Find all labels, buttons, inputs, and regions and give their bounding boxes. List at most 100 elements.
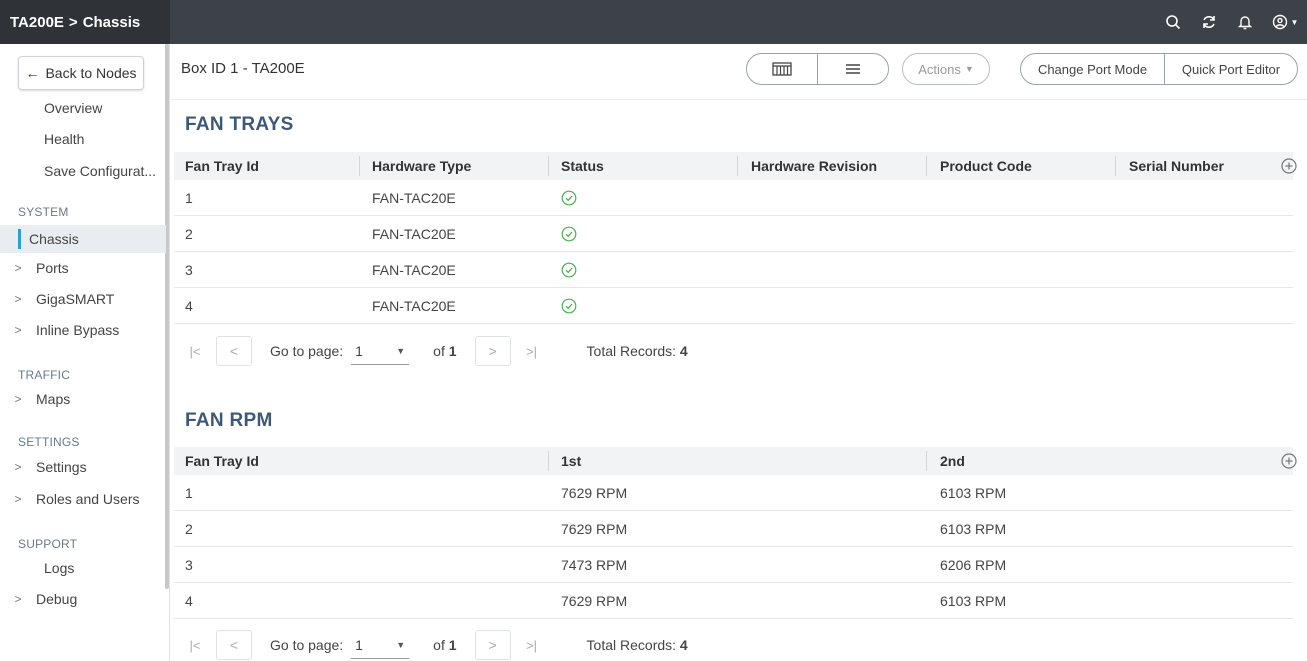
add-column-icon[interactable] [1281, 158, 1297, 174]
fan-tray-id: 2 [185, 520, 193, 537]
next-page-button[interactable]: > [474, 336, 511, 366]
last-page-icon[interactable]: >| [521, 344, 543, 359]
column-header-hardware-revision[interactable]: Hardware Revision [751, 152, 877, 180]
sidebar-item-save-configuration[interactable]: Save Configurat... [0, 157, 166, 185]
table-row[interactable]: 1 FAN-TAC20E [174, 180, 1293, 216]
chevron-right-icon: > [14, 261, 22, 275]
breadcrumb-separator: > [68, 13, 78, 31]
column-header-1st[interactable]: 1st [561, 447, 581, 475]
back-to-nodes-button[interactable]: ← Back to Nodes [18, 56, 144, 90]
bell-icon[interactable] [1227, 0, 1263, 44]
chevron-right-icon: > [14, 592, 22, 606]
sidebar-item-logs[interactable]: Logs [0, 554, 166, 582]
sidebar-item-chassis[interactable]: Chassis [0, 225, 166, 253]
prev-page-button[interactable]: < [216, 630, 252, 660]
chevron-right-icon: > [14, 323, 22, 337]
list-icon [846, 64, 860, 74]
rpm-1st: 7629 RPM [561, 484, 628, 501]
change-port-mode-button[interactable]: Change Port Mode [1021, 54, 1165, 84]
column-header-fan-tray-id[interactable]: Fan Tray Id [185, 447, 259, 475]
list-view-button[interactable] [817, 54, 888, 84]
section-header-support: SUPPORT [18, 537, 78, 551]
prev-page-button[interactable]: < [216, 336, 252, 366]
grid-view-button[interactable] [747, 54, 817, 84]
total-records: Total Records: 4 [586, 343, 688, 359]
fan-tray-id: 1 [185, 484, 193, 501]
rpm-2nd: 6206 RPM [940, 556, 1007, 573]
column-header-serial-number[interactable]: Serial Number [1129, 152, 1224, 180]
column-header-2nd[interactable]: 2nd [940, 447, 965, 475]
sidebar-item-maps[interactable]: > Maps [0, 385, 166, 413]
breadcrumb-current: Chassis [82, 13, 141, 31]
column-header-fan-tray-id[interactable]: Fan Tray Id [185, 152, 259, 180]
hardware-type: FAN-TAC20E [372, 297, 456, 314]
sidebar-item-ports[interactable]: > Ports [0, 254, 166, 282]
sidebar-item-inline-bypass[interactable]: > Inline Bypass [0, 316, 166, 344]
rpm-2nd: 6103 RPM [940, 520, 1007, 537]
status-ok-icon [561, 180, 577, 215]
sidebar-item-overview[interactable]: Overview [0, 94, 166, 122]
refresh-icon[interactable] [1191, 0, 1227, 44]
table-row[interactable]: 4 7629 RPM 6103 RPM [174, 583, 1293, 619]
chevron-right-icon: > [14, 292, 22, 306]
breadcrumb: TA200E > Chassis [0, 0, 170, 44]
hardware-type: FAN-TAC20E [372, 261, 456, 278]
table-row[interactable]: 3 FAN-TAC20E [174, 252, 1293, 288]
chevron-down-icon: ▼ [964, 64, 974, 74]
add-column-icon[interactable] [1281, 453, 1297, 469]
table-row[interactable]: 3 7473 RPM 6206 RPM [174, 547, 1293, 583]
fan-tray-id: 3 [185, 261, 193, 278]
actions-dropdown[interactable]: Actions ▼ [902, 53, 990, 85]
table-row[interactable]: 4 FAN-TAC20E [174, 288, 1293, 324]
sidebar-item-health[interactable]: Health [0, 125, 166, 153]
status-ok-icon [561, 288, 577, 323]
sidebar-item-settings[interactable]: > Settings [0, 453, 166, 481]
first-page-icon[interactable]: |< [184, 638, 206, 653]
fan-tray-id: 4 [185, 297, 193, 314]
page-count: of 1 [433, 343, 457, 359]
page-title: Box ID 1 - TA200E [181, 60, 305, 77]
fan-tray-id: 1 [185, 189, 193, 206]
fan-trays-title: FAN TRAYS [185, 114, 294, 135]
column-header-status[interactable]: Status [561, 152, 604, 180]
view-toggle [746, 53, 889, 85]
table-row[interactable]: 1 7629 RPM 6103 RPM [174, 475, 1293, 511]
arrow-left-icon: ← [25, 65, 40, 81]
table-row[interactable]: 2 FAN-TAC20E [174, 216, 1293, 252]
page-select[interactable]: 1 ▼ [351, 631, 410, 659]
sidebar-item-gigasmart[interactable]: > GigaSMART [0, 285, 166, 313]
section-header-traffic: TRAFFIC [18, 368, 71, 382]
sidebar-item-debug[interactable]: > Debug [0, 585, 166, 613]
rpm-1st: 7629 RPM [561, 520, 628, 537]
hardware-type: FAN-TAC20E [372, 225, 456, 242]
hardware-type: FAN-TAC20E [372, 189, 456, 206]
quick-port-editor-button[interactable]: Quick Port Editor [1165, 54, 1297, 84]
fan-trays-table: Fan Tray Id Hardware Type Status Hardwar… [174, 152, 1297, 324]
table-header: Fan Tray Id Hardware Type Status Hardwar… [174, 152, 1297, 180]
column-header-product-code[interactable]: Product Code [940, 152, 1032, 180]
chevron-down-icon: ▼ [396, 639, 406, 650]
page-count: of 1 [433, 637, 457, 653]
port-grid-icon [772, 62, 792, 76]
fan-tray-id: 3 [185, 556, 193, 573]
fan-rpm-title: FAN RPM [185, 410, 273, 431]
sidebar: ← Back to Nodes Overview Health Save Con… [0, 44, 170, 661]
search-icon[interactable] [1155, 0, 1191, 44]
chevron-down-icon: ▼ [396, 345, 406, 356]
rpm-1st: 7473 RPM [561, 556, 628, 573]
rpm-1st: 7629 RPM [561, 592, 628, 609]
chevron-right-icon: > [14, 492, 22, 506]
first-page-icon[interactable]: |< [184, 344, 206, 359]
main-content: Box ID 1 - TA200E Actions ▼ Change Port … [171, 44, 1307, 661]
status-ok-icon [561, 216, 577, 251]
table-row[interactable]: 2 7629 RPM 6103 RPM [174, 511, 1293, 547]
breadcrumb-node[interactable]: TA200E [10, 14, 64, 31]
page-select[interactable]: 1 ▼ [351, 337, 410, 365]
user-menu[interactable]: ▼ [1263, 0, 1307, 44]
sidebar-item-roles-and-users[interactable]: > Roles and Users [0, 485, 166, 513]
last-page-icon[interactable]: >| [521, 638, 543, 653]
column-header-hardware-type[interactable]: Hardware Type [372, 152, 471, 180]
next-page-button[interactable]: > [474, 630, 511, 660]
user-icon [1272, 14, 1287, 30]
section-header-system: SYSTEM [18, 205, 69, 219]
